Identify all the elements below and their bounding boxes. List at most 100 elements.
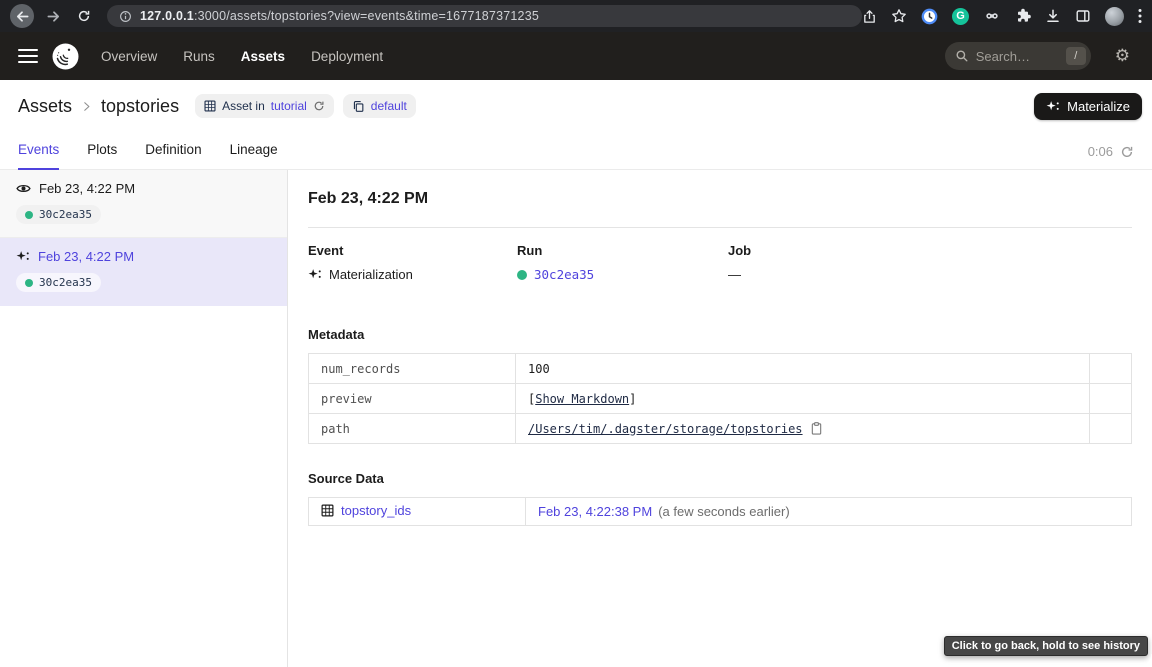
dagster-topnav: Overview Runs Assets Deployment / ⚙ — [0, 32, 1152, 80]
metadata-key: num_records — [309, 354, 516, 384]
asset-badges: Asset in tutorial default — [195, 94, 416, 118]
table-icon — [321, 504, 334, 517]
hamburger-menu-icon[interactable] — [18, 49, 38, 64]
materialize-sparkle-icon — [1046, 100, 1060, 113]
side-panel-icon[interactable] — [1075, 8, 1091, 24]
refresh-icon[interactable] — [313, 100, 325, 112]
timer-countdown: 0:06 — [1088, 144, 1113, 159]
copy-icon — [352, 100, 365, 113]
table-row: preview [Show Markdown] — [309, 384, 1132, 414]
run-id: 30c2ea35 — [39, 208, 92, 221]
reload-icon — [77, 9, 91, 23]
share-icon[interactable] — [862, 9, 877, 24]
topnav-link-assets[interactable]: Assets — [241, 49, 285, 64]
metadata-empty-cell — [1090, 354, 1132, 384]
tab-lineage[interactable]: Lineage — [230, 142, 278, 169]
run-status-dot — [25, 211, 33, 219]
metadata-empty-cell — [1090, 414, 1132, 444]
asset-page-header: Assets topstories Asset in tutorial defa… — [0, 80, 1152, 132]
event-column-label: Event — [308, 243, 517, 258]
event-summary-columns: Event Materialization Run 30c2ea35 Job — — [308, 243, 1132, 282]
tab-events[interactable]: Events — [18, 142, 59, 169]
metadata-value: /Users/tim/.dagster/storage/topstories — [516, 414, 1090, 444]
job-value: — — [728, 267, 741, 282]
source-time-link[interactable]: Feb 23, 4:22:38 PM — [538, 504, 652, 519]
global-search[interactable]: / — [945, 42, 1091, 70]
refresh-icon[interactable] — [1120, 145, 1134, 159]
slash-shortcut-key: / — [1066, 47, 1086, 65]
chevron-right-icon — [81, 101, 92, 112]
topnav-link-runs[interactable]: Runs — [183, 49, 215, 64]
metadata-value: 100 — [516, 354, 1090, 384]
bracket-close: ] — [629, 392, 636, 406]
event-detail-panel: Feb 23, 4:22 PM Event Materialization Ru… — [288, 170, 1152, 667]
extensions-puzzle-icon[interactable] — [1015, 8, 1031, 24]
path-link[interactable]: /Users/tim/.dagster/storage/topstories — [528, 422, 803, 436]
browser-back-button[interactable] — [10, 4, 34, 28]
topnav-links: Overview Runs Assets Deployment — [101, 49, 383, 64]
run-id-tag[interactable]: 30c2ea35 — [16, 205, 101, 224]
clipboard-icon[interactable] — [810, 422, 823, 435]
events-content: Feb 23, 4:22 PM 30c2ea35 Feb 23, 4:22 PM… — [0, 170, 1152, 667]
grammarly-icon[interactable]: G — [952, 8, 969, 25]
source-asset-cell: topstory_ids — [309, 498, 526, 526]
asset-grid-icon — [204, 100, 216, 112]
run-id: 30c2ea35 — [39, 276, 92, 289]
run-id-tag[interactable]: 30c2ea35 — [16, 273, 101, 292]
source-asset-link[interactable]: topstory_ids — [321, 503, 411, 518]
source-data-heading: Source Data — [308, 471, 1132, 486]
source-time-cell: Feb 23, 4:22:38 PM(a few seconds earlier… — [526, 498, 1132, 526]
materialize-label: Materialize — [1067, 99, 1130, 114]
grammarly-letter: G — [956, 10, 965, 22]
url-path: :3000/assets/topstories?view=events&time… — [194, 9, 539, 23]
sparkle-icon — [308, 268, 322, 281]
run-column-label: Run — [517, 243, 728, 258]
show-markdown-link[interactable]: Show Markdown — [535, 392, 629, 406]
url-bar[interactable]: 127.0.0.1:3000/assets/topstories?view=ev… — [107, 5, 862, 27]
topnav-link-deployment[interactable]: Deployment — [311, 49, 383, 64]
browser-reload-button[interactable] — [72, 4, 96, 28]
metadata-heading: Metadata — [308, 327, 1132, 342]
app-window: 127.0.0.1:3000/assets/topstories?view=ev… — [0, 0, 1152, 667]
profile-avatar[interactable] — [1105, 7, 1124, 26]
breadcrumb-assets[interactable]: Assets — [18, 96, 72, 117]
asset-in-tutorial-badge: Asset in tutorial — [195, 94, 334, 118]
run-status-dot — [517, 270, 527, 280]
bookmark-star-icon[interactable] — [891, 8, 907, 24]
run-id-link[interactable]: 30c2ea35 — [534, 267, 594, 282]
metadata-table: num_records 100 preview [Show Markdown] … — [308, 353, 1132, 444]
run-status-dot — [25, 279, 33, 287]
dagster-logo[interactable] — [52, 43, 79, 70]
topnav-link-overview[interactable]: Overview — [101, 49, 157, 64]
default-partition-badge[interactable]: default — [343, 94, 416, 118]
event-time: Feb 23, 4:22 PM — [39, 181, 135, 196]
default-badge-label: default — [371, 99, 407, 113]
search-input[interactable] — [976, 49, 1056, 64]
tabs: Events Plots Definition Lineage — [18, 142, 278, 169]
url-host: 127.0.0.1 — [140, 9, 194, 23]
source-asset-name: topstory_ids — [341, 503, 411, 518]
breadcrumb: Assets topstories — [18, 96, 179, 117]
browser-forward-button[interactable] — [41, 4, 65, 28]
job-column-label: Job — [728, 243, 751, 258]
event-detail-title: Feb 23, 4:22 PM — [308, 190, 1132, 208]
event-list-item-materialization[interactable]: Feb 23, 4:22 PM 30c2ea35 — [0, 238, 287, 306]
source-data-table: topstory_ids Feb 23, 4:22:38 PM(a few se… — [308, 497, 1132, 526]
settings-gear-icon[interactable]: ⚙ — [1115, 48, 1130, 65]
url-text: 127.0.0.1:3000/assets/topstories?view=ev… — [140, 9, 539, 23]
goggles-extension-icon[interactable] — [983, 9, 1001, 23]
materialize-button[interactable]: Materialize — [1034, 93, 1142, 120]
site-info-icon[interactable] — [119, 10, 132, 23]
browser-menu-icon[interactable] — [1138, 8, 1142, 24]
tab-definition[interactable]: Definition — [145, 142, 201, 169]
event-list-item-observation[interactable]: Feb 23, 4:22 PM 30c2ea35 — [0, 170, 287, 238]
browser-toolbar-icons: G — [862, 7, 1142, 26]
tab-plots[interactable]: Plots — [87, 142, 117, 169]
metadata-empty-cell — [1090, 384, 1132, 414]
downloads-icon[interactable] — [1045, 8, 1061, 24]
clock-extension-icon[interactable] — [921, 8, 938, 25]
event-list-sidebar: Feb 23, 4:22 PM 30c2ea35 Feb 23, 4:22 PM… — [0, 170, 288, 667]
event-time: Feb 23, 4:22 PM — [38, 249, 134, 264]
back-icon — [15, 9, 30, 24]
tutorial-link[interactable]: tutorial — [271, 99, 307, 113]
